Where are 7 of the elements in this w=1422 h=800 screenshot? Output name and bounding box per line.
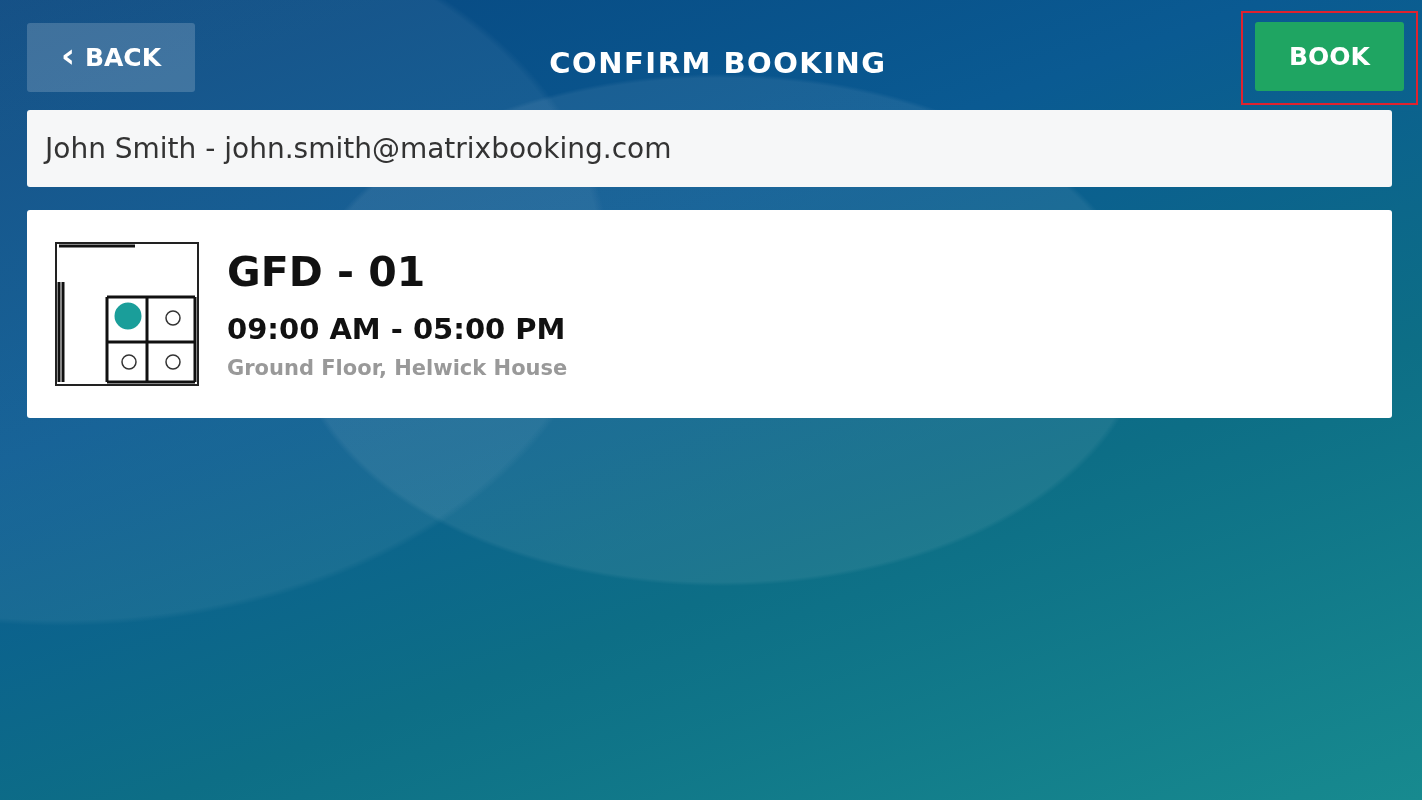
back-button[interactable]: ‹ BACK [27,22,195,92]
booking-location: Ground Floor, Helwick House [227,356,568,380]
booking-time: 09:00 AM - 05:00 PM [227,312,567,346]
page-title: CONFIRM BOOKING [549,45,887,80]
user-field[interactable]: John Smith - john.smith@matrixbooking.com [27,110,1392,187]
book-button[interactable]: BOOK [1255,22,1404,91]
desk-name: GFD - 01 [227,248,427,296]
